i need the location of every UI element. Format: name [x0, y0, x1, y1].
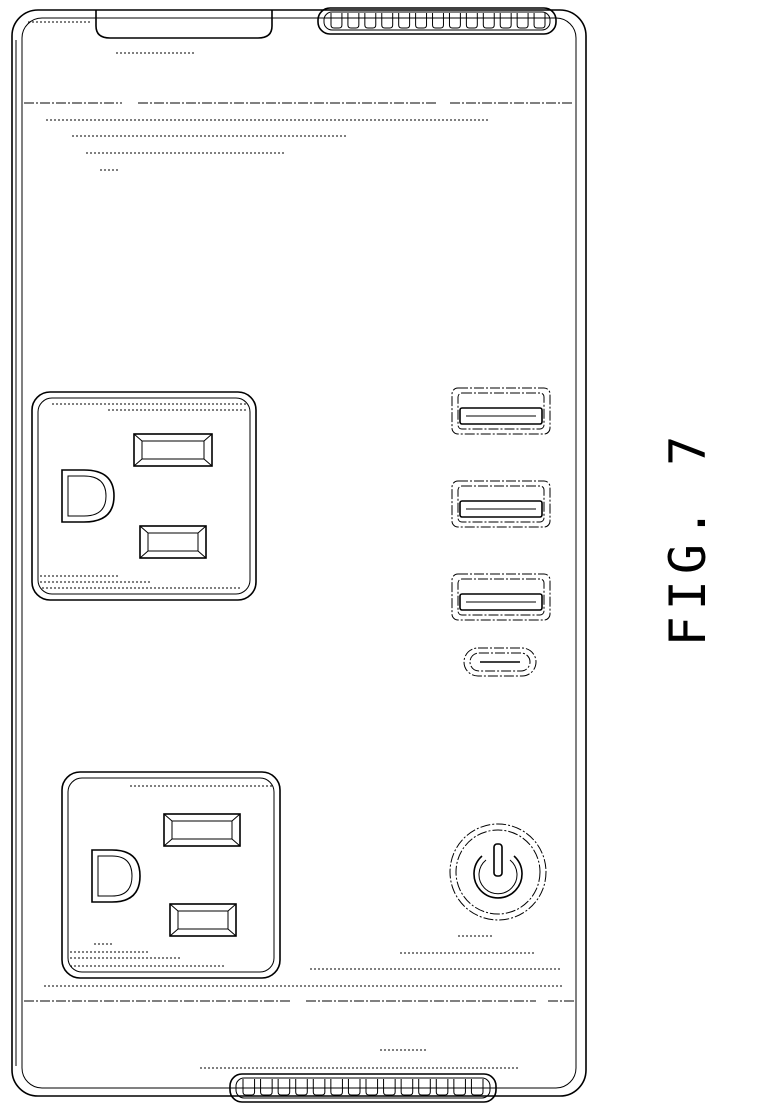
grip-tooth: [313, 1079, 325, 1095]
top-notch: [96, 10, 272, 38]
grip-tooth: [433, 13, 444, 28]
lower-seam: [24, 953, 574, 1068]
usb-a-port-2: [452, 481, 550, 527]
power-icon: [474, 844, 522, 898]
grip-tooth: [436, 1079, 448, 1095]
grip-tooth: [534, 13, 545, 28]
top-grip-ridge: [318, 8, 556, 34]
ac-outlet-upper: [32, 392, 256, 600]
grip-tooth: [454, 1079, 466, 1095]
figure-label: FIG. 7: [659, 430, 717, 647]
grip-tooth: [419, 1079, 431, 1095]
grip-tooth: [416, 13, 427, 28]
power-button: [450, 824, 546, 936]
grip-tooth: [243, 1079, 255, 1095]
grip-tooth: [348, 13, 359, 28]
outlet-lower-ground-pin: [92, 850, 140, 902]
grip-tooth: [517, 13, 528, 28]
patent-drawing: [0, 0, 760, 1106]
grip-tooth: [449, 13, 460, 28]
right-edge-detail: [16, 40, 576, 1066]
grip-tooth: [348, 1079, 360, 1095]
outlet-upper-neutral-slot: [134, 434, 212, 466]
device-body: [12, 10, 586, 1096]
grip-tooth: [500, 13, 511, 28]
grip-tooth: [382, 13, 393, 28]
usb-a-port-3: [452, 574, 550, 620]
outlet-upper-hot-slot: [140, 526, 206, 558]
upper-seam: [24, 18, 572, 170]
grip-tooth: [466, 13, 477, 28]
outlet-upper-ground-pin: [62, 470, 114, 522]
outlet-lower-hot-slot: [170, 904, 236, 936]
grip-tooth: [366, 1079, 378, 1095]
usb-a-port-1: [452, 388, 550, 434]
ac-outlet-lower: [62, 772, 280, 978]
grip-tooth: [331, 1079, 343, 1095]
grip-tooth: [331, 13, 342, 28]
grip-tooth: [401, 1079, 413, 1095]
grip-tooth: [384, 1079, 396, 1095]
grip-tooth: [296, 1079, 308, 1095]
grip-tooth: [483, 13, 494, 28]
grip-tooth: [261, 1079, 273, 1095]
usb-c-port: [464, 648, 536, 676]
grip-tooth: [471, 1079, 483, 1095]
outlet-lower-neutral-slot: [164, 814, 240, 846]
grip-tooth: [399, 13, 410, 28]
grip-tooth: [278, 1079, 290, 1095]
grip-tooth: [365, 13, 376, 28]
